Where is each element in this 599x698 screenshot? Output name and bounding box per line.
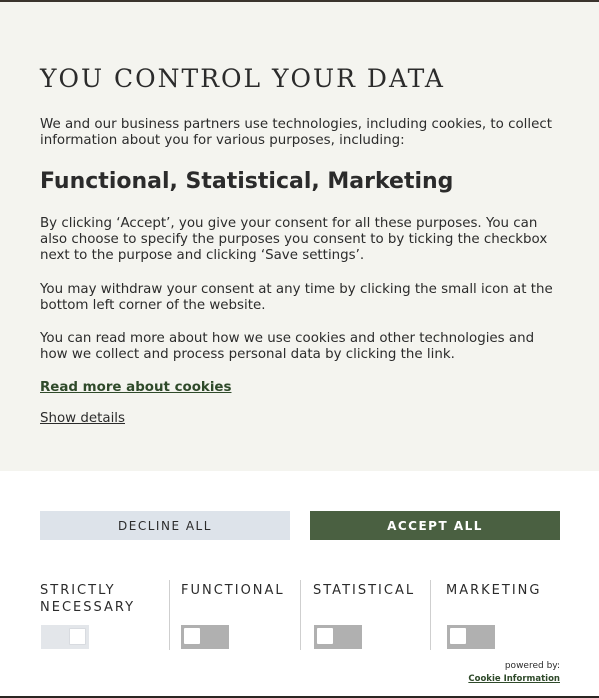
category-divider [169, 580, 170, 650]
decline-all-button[interactable]: DECLINE ALL [40, 511, 290, 540]
intro-text: We and our business partners use technol… [40, 117, 552, 148]
withdraw-text: You may withdraw your consent at any tim… [40, 282, 553, 313]
category-label: STATISTICAL [313, 583, 416, 598]
cookie-consent-dialog: YOU CONTROL YOUR DATA We and our busines… [0, 2, 599, 696]
cookie-information-link[interactable]: Cookie Information [468, 674, 560, 684]
functional-toggle[interactable] [181, 625, 229, 649]
category-label: MARKETING [446, 583, 542, 598]
category-divider [300, 580, 301, 650]
read-more-cookies-link[interactable]: Read more about cookies [40, 380, 231, 395]
consent-info-panel: YOU CONTROL YOUR DATA We and our busines… [0, 2, 599, 471]
powered-by-label: powered by: [504, 661, 560, 671]
category-label: FUNCTIONAL [181, 583, 285, 598]
toggle-knob [450, 628, 466, 644]
category-divider [430, 580, 431, 650]
show-details-link[interactable]: Show details [40, 411, 125, 426]
toggle-knob [317, 628, 333, 644]
marketing-toggle[interactable] [447, 625, 495, 649]
category-label: STRICTLY NECESSARY [40, 583, 136, 615]
toggle-knob [69, 628, 86, 645]
statistical-toggle[interactable] [314, 625, 362, 649]
read-more-text: You can read more about how we use cooki… [40, 331, 535, 362]
accept-all-button[interactable]: ACCEPT ALL [310, 511, 560, 540]
consent-text: By clicking ‘Accept’, you give your cons… [40, 216, 548, 263]
purposes-heading: Functional, Statistical, Marketing [40, 169, 454, 194]
dialog-title: YOU CONTROL YOUR DATA [40, 64, 445, 93]
strictly-necessary-toggle [41, 625, 89, 649]
toggle-knob [184, 628, 200, 644]
